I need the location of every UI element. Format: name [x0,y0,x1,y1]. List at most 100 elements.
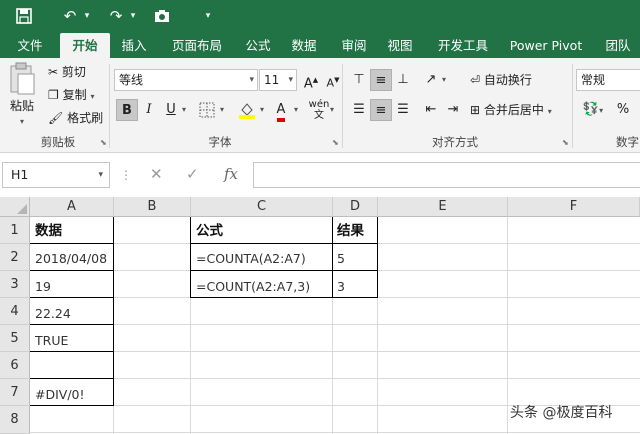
tab-view[interactable]: 视图 [380,33,420,58]
font-size-combo[interactable]: 11 ▾ [259,69,297,91]
ribbon-tabs: 文件 开始 插入 页面布局 公式 数据 审阅 视图 开发工具 Power Piv… [0,33,640,58]
cell-c1[interactable]: 公式 [193,219,223,243]
number-format-value: 常规 [581,73,606,87]
ribbon: 粘贴 ▾ ✂ 剪切 ❐ 复制 ▾ 🖌 格式刷 剪贴板 ⬊ 等线 ▾ 11 ▾ A▲ … [0,58,640,153]
merge-center-button[interactable]: ⊞ 合并后居中 ▾ [470,100,552,122]
name-box[interactable]: H1 ▾ [2,162,110,188]
row-header-2[interactable]: 2 [0,244,30,271]
alignment-launcher-icon[interactable]: ⬊ [562,138,569,147]
save-icon[interactable] [14,6,34,26]
clipboard-launcher-icon[interactable]: ⬊ [100,138,107,147]
decrease-font-size-icon[interactable]: A▼ [322,69,344,91]
tab-insert[interactable]: 插入 [114,33,154,58]
grid-line [507,217,508,434]
font-name-combo[interactable]: 等线 ▾ [114,69,258,91]
cell-a2[interactable]: 2018/04/08 [32,247,107,271]
increase-font-size-icon[interactable]: A▲ [300,69,322,91]
bottom-align-icon[interactable]: ⊥ [392,69,414,91]
increase-indent-icon[interactable]: ⇥ [442,99,464,121]
worksheet-grid[interactable]: A B C D E F 1 2 3 4 5 6 7 8 数据 2018/04/0… [0,197,640,434]
cell-a3[interactable]: 19 [32,275,51,299]
select-all-corner[interactable] [0,197,30,217]
redo-icon[interactable]: ↷ [106,6,126,26]
phonetic-dropdown-icon[interactable]: ▾ [326,99,338,121]
orientation-dropdown-icon[interactable]: ▾ [438,69,450,91]
tab-file[interactable]: 文件 [8,33,52,58]
quick-access-toolbar: ↶ ▾ ↷ ▾ ▾ [0,0,640,33]
formula-bar-splitter[interactable]: ⋮ [120,165,132,185]
insert-function-icon[interactable]: fx [224,163,238,185]
cell-c3[interactable]: =COUNT(A2:A7,3) [193,275,310,299]
italic-icon[interactable]: I [138,99,160,121]
tab-data[interactable]: 数据 [284,33,324,58]
font-group-label: 字体 [208,135,232,149]
align-left-icon[interactable]: ☰ [348,99,370,121]
cell-d1[interactable]: 结果 [334,219,364,243]
row-header-7[interactable]: 7 [0,379,30,406]
font-color-dropdown-icon[interactable]: ▾ [290,99,302,121]
row-header-3[interactable]: 3 [0,271,30,298]
tab-team[interactable]: 团队 [598,33,638,58]
row-header-8[interactable]: 8 [0,406,30,434]
cell-d3[interactable]: 3 [334,275,345,299]
undo-dropdown-icon[interactable]: ▾ [82,6,92,26]
accounting-format-icon[interactable]: 💱▾ [578,99,608,121]
bold-icon[interactable]: B [116,99,138,121]
font-size-dropdown-icon[interactable]: ▾ [288,70,293,90]
copy-button[interactable]: ❐ 复制 ▾ [48,85,94,107]
column-header-b[interactable]: B [114,197,191,217]
cell-a1[interactable]: 数据 [32,219,62,243]
font-color-icon[interactable]: A [270,99,292,122]
column-header-d[interactable]: D [333,197,378,217]
paste-dropdown-icon[interactable]: ▾ [20,112,24,132]
middle-align-icon[interactable]: ≡ [370,69,392,91]
row-header-1[interactable]: 1 [0,217,30,244]
cell-c2[interactable]: =COUNTA(A2:A7) [193,247,306,271]
name-box-dropdown-icon[interactable]: ▾ [98,163,103,187]
cell-border [190,217,191,298]
font-launcher-icon[interactable]: ⬊ [332,138,339,147]
copy-dropdown-icon[interactable]: ▾ [90,92,94,101]
enter-icon[interactable]: ✓ [186,163,199,185]
number-format-combo[interactable]: 常规 [576,69,640,91]
percent-style-icon[interactable]: % [612,99,634,121]
column-header-f[interactable]: F [508,197,640,217]
undo-icon[interactable]: ↶ [60,6,80,26]
borders-dropdown-icon[interactable]: ▾ [216,99,228,121]
underline-dropdown-icon[interactable]: ▾ [178,99,190,121]
cell-a5[interactable]: TRUE [32,329,68,353]
column-header-c[interactable]: C [191,197,333,217]
column-header-a[interactable]: A [30,197,114,217]
borders-icon[interactable] [196,99,218,121]
cell-a7[interactable]: #DIV/0! [32,383,85,407]
camera-icon[interactable] [152,6,172,26]
tab-formulas[interactable]: 公式 [238,33,278,58]
tab-power-pivot[interactable]: Power Pivot [504,33,588,58]
cell-a4[interactable]: 22.24 [32,302,71,326]
formula-input[interactable] [253,162,640,188]
cell-d2[interactable]: 5 [334,247,345,271]
tab-review[interactable]: 审阅 [334,33,374,58]
top-align-icon[interactable]: ⊤ [348,69,370,91]
row-header-5[interactable]: 5 [0,325,30,352]
merge-dropdown-icon[interactable]: ▾ [548,107,552,116]
wrap-text-button[interactable]: ⏎ 自动换行 [470,70,532,90]
fill-color-icon[interactable] [236,99,258,121]
tab-developer[interactable]: 开发工具 [430,33,496,58]
font-name-dropdown-icon[interactable]: ▾ [249,70,254,90]
decrease-indent-icon[interactable]: ⇤ [420,99,442,121]
fill-color-dropdown-icon[interactable]: ▾ [256,99,268,121]
tab-home[interactable]: 开始 [60,33,110,58]
redo-dropdown-icon[interactable]: ▾ [128,6,138,26]
cut-button[interactable]: ✂ 剪切 [48,62,86,82]
customize-qat-icon[interactable]: ▾ [203,6,213,26]
align-right-icon[interactable]: ☰ [392,99,414,121]
format-painter-button[interactable]: 🖌 格式刷 [48,108,103,128]
row-header-4[interactable]: 4 [0,298,30,325]
row-header-6[interactable]: 6 [0,352,30,379]
grid-line [30,432,640,433]
column-header-e[interactable]: E [378,197,508,217]
tab-page-layout[interactable]: 页面布局 [160,33,234,58]
cancel-icon[interactable]: ✕ [150,163,163,185]
align-center-icon[interactable]: ≡ [370,99,392,121]
